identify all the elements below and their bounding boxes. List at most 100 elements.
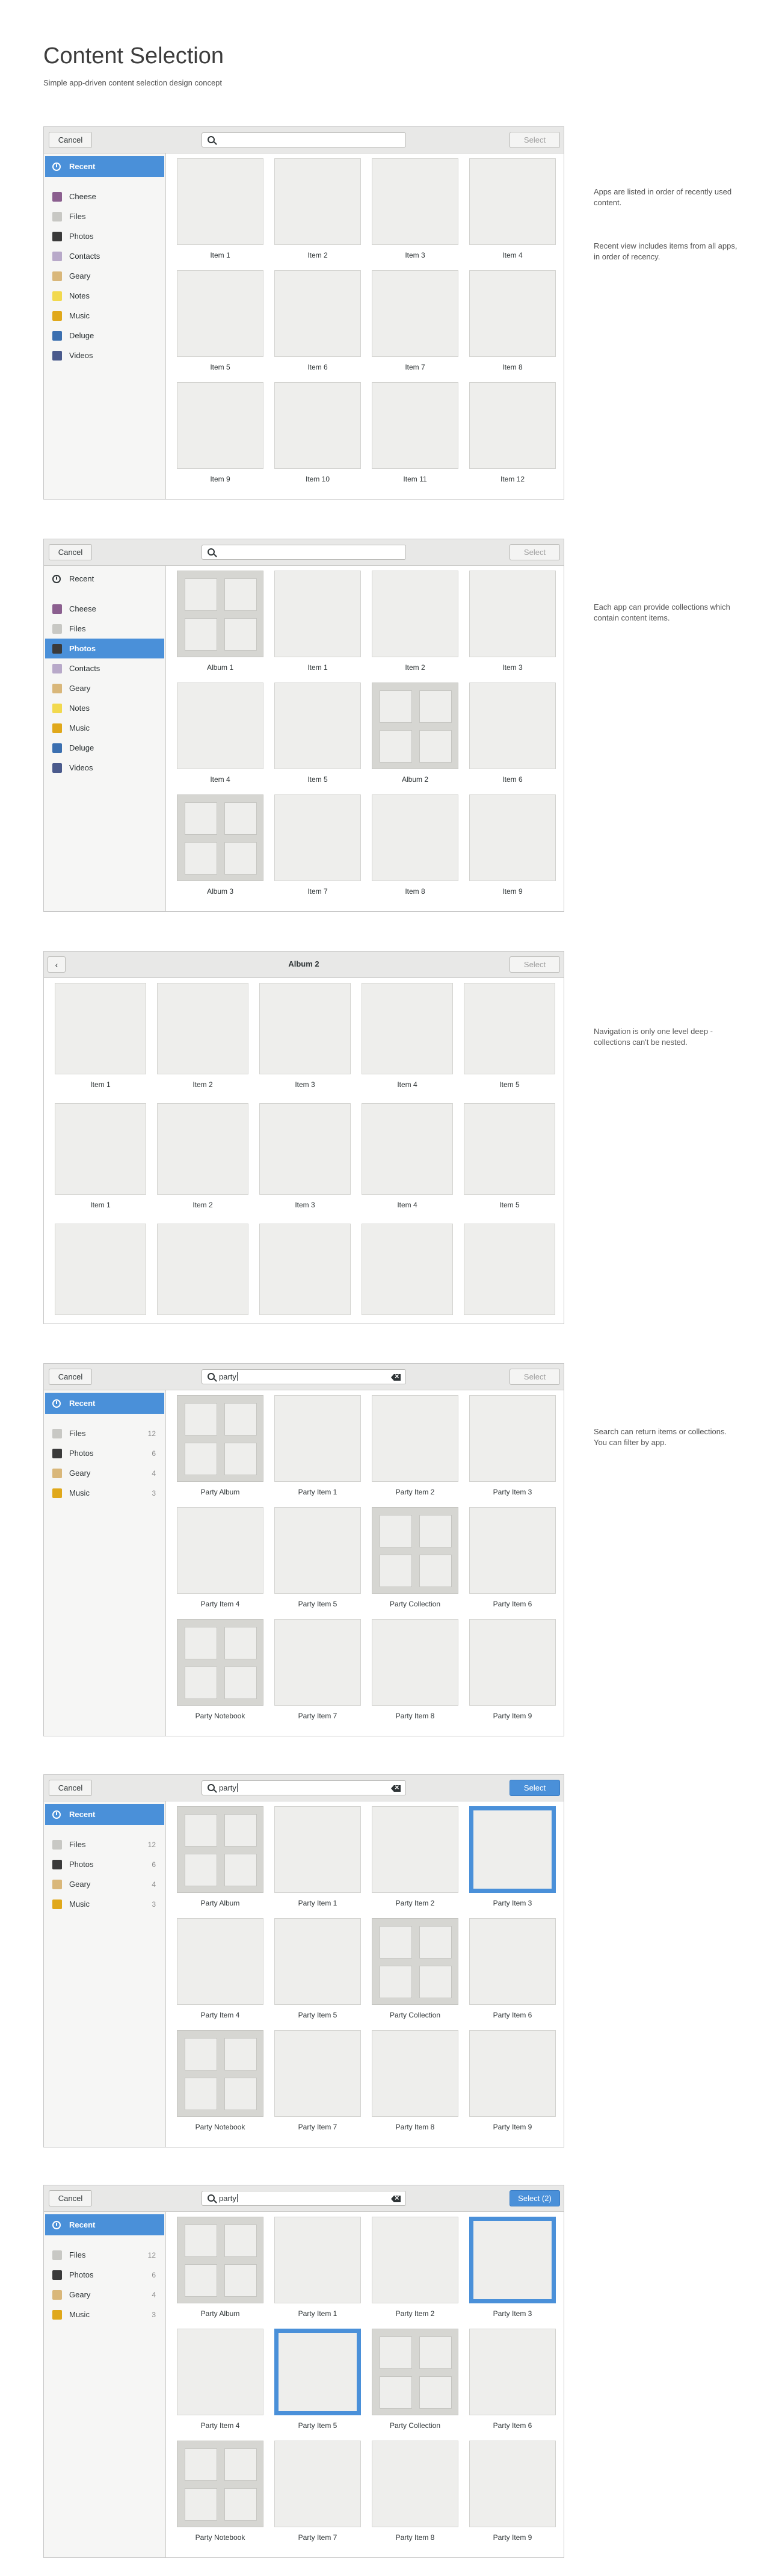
collection-tile[interactable]: Party Notebook xyxy=(177,2030,263,2131)
select-button[interactable]: Select xyxy=(510,1780,560,1796)
collection-tile[interactable]: Album 2 xyxy=(372,683,458,784)
item-tile[interactable]: Item 4 xyxy=(177,683,263,784)
item-tile[interactable]: Item 4 xyxy=(362,1103,453,1209)
item-tile[interactable]: Item 8 xyxy=(372,794,458,896)
item-tile[interactable]: Party Item 2 xyxy=(372,2217,458,2318)
item-tile[interactable]: Item 1 xyxy=(55,1103,146,1209)
sidebar-item-music[interactable]: Music 3 xyxy=(44,1894,165,1914)
sidebar-item-notes[interactable]: Notes xyxy=(44,698,165,718)
item-tile[interactable]: Item 1 xyxy=(55,983,146,1089)
item-tile[interactable] xyxy=(157,1224,248,1321)
item-tile[interactable]: Party Item 2 xyxy=(372,1806,458,1907)
collection-tile[interactable]: Party Album xyxy=(177,1395,263,1496)
search-input[interactable]: party xyxy=(202,1369,406,1384)
sidebar-item-notes[interactable]: Notes xyxy=(44,286,165,306)
sidebar-item-videos[interactable]: Videos xyxy=(44,758,165,778)
sidebar-item-videos[interactable]: Videos xyxy=(44,345,165,365)
item-tile[interactable]: Item 2 xyxy=(372,571,458,672)
sidebar-item-contacts[interactable]: Contacts xyxy=(44,246,165,266)
cancel-button[interactable]: Cancel xyxy=(49,544,92,560)
select-button[interactable]: Select xyxy=(510,1369,560,1385)
item-tile[interactable]: Party Item 8 xyxy=(372,1619,458,1720)
item-tile[interactable]: Item 3 xyxy=(259,1103,351,1209)
sidebar-item-recent[interactable]: Recent xyxy=(45,156,164,177)
collection-tile[interactable]: Party Collection xyxy=(372,2329,458,2430)
collection-tile[interactable]: Party Notebook xyxy=(177,2441,263,2542)
item-tile[interactable]: Party Item 3 xyxy=(469,1806,556,1907)
clear-icon[interactable] xyxy=(391,2196,401,2202)
search-input[interactable] xyxy=(202,545,406,560)
select-button[interactable]: Select xyxy=(510,956,560,973)
item-tile[interactable] xyxy=(55,1224,146,1321)
sidebar-item-geary[interactable]: Geary 4 xyxy=(44,1874,165,1894)
select-button[interactable]: Select (2) xyxy=(510,2190,560,2206)
item-tile[interactable] xyxy=(362,1224,453,1321)
item-tile[interactable]: Party Item 5 xyxy=(274,1918,361,2019)
item-tile[interactable]: Party Item 7 xyxy=(274,1619,361,1720)
item-tile[interactable]: Item 9 xyxy=(469,794,556,896)
item-tile[interactable]: Party Item 9 xyxy=(469,2441,556,2542)
sidebar-item-recent[interactable]: Recent xyxy=(45,1393,164,1414)
cancel-button[interactable]: Cancel xyxy=(49,132,92,148)
item-tile[interactable]: Party Item 3 xyxy=(469,2217,556,2318)
sidebar-item-photos[interactable]: Photos 6 xyxy=(44,2265,165,2285)
sidebar-item-deluge[interactable]: Deluge xyxy=(44,326,165,345)
collection-tile[interactable]: Party Notebook xyxy=(177,1619,263,1720)
item-tile[interactable]: Item 3 xyxy=(259,983,351,1089)
item-tile[interactable]: Item 4 xyxy=(469,158,556,259)
cancel-button[interactable]: Cancel xyxy=(49,1780,92,1796)
sidebar-item-files[interactable]: Files 12 xyxy=(44,1834,165,1854)
item-tile[interactable]: Item 4 xyxy=(362,983,453,1089)
item-tile[interactable]: Item 5 xyxy=(464,1103,555,1209)
collection-tile[interactable]: Album 3 xyxy=(177,794,263,896)
sidebar-item-photos[interactable]: Photos 6 xyxy=(44,1854,165,1874)
item-tile[interactable]: Party Item 6 xyxy=(469,1507,556,1608)
sidebar-item-contacts[interactable]: Contacts xyxy=(44,658,165,678)
sidebar-item-files[interactable]: Files 12 xyxy=(44,2245,165,2265)
item-tile[interactable]: Party Item 8 xyxy=(372,2030,458,2131)
item-tile[interactable]: Item 6 xyxy=(469,683,556,784)
collection-tile[interactable]: Album 1 xyxy=(177,571,263,672)
sidebar-item-recent[interactable]: Recent xyxy=(44,568,165,589)
item-tile[interactable] xyxy=(464,1224,555,1321)
item-tile[interactable]: Item 1 xyxy=(177,158,263,259)
item-tile[interactable] xyxy=(259,1224,351,1321)
item-tile[interactable]: Item 9 xyxy=(177,382,263,483)
search-input[interactable] xyxy=(202,132,406,147)
item-tile[interactable]: Item 7 xyxy=(372,270,458,371)
sidebar-item-music[interactable]: Music xyxy=(44,306,165,326)
sidebar-item-files[interactable]: Files xyxy=(44,206,165,226)
item-tile[interactable]: Item 5 xyxy=(177,270,263,371)
collection-tile[interactable]: Party Collection xyxy=(372,1507,458,1608)
sidebar-item-music[interactable]: Music 3 xyxy=(44,2305,165,2324)
search-input[interactable]: party xyxy=(202,1780,406,1795)
sidebar-item-cheese[interactable]: Cheese xyxy=(44,599,165,619)
item-tile[interactable]: Item 5 xyxy=(274,683,361,784)
search-input[interactable]: party xyxy=(202,2191,406,2206)
item-tile[interactable]: Item 11 xyxy=(372,382,458,483)
collection-tile[interactable]: Party Collection xyxy=(372,1918,458,2019)
sidebar-item-files[interactable]: Files xyxy=(44,619,165,639)
item-tile[interactable]: Party Item 1 xyxy=(274,1806,361,1907)
item-tile[interactable]: Item 2 xyxy=(274,158,361,259)
sidebar-item-music[interactable]: Music 3 xyxy=(44,1483,165,1503)
item-tile[interactable]: Item 5 xyxy=(464,983,555,1089)
item-tile[interactable]: Item 3 xyxy=(469,571,556,672)
item-tile[interactable]: Party Item 8 xyxy=(372,2441,458,2542)
collection-tile[interactable]: Party Album xyxy=(177,2217,263,2318)
item-tile[interactable]: Party Item 5 xyxy=(274,2329,361,2430)
item-tile[interactable]: Item 8 xyxy=(469,270,556,371)
item-tile[interactable]: Party Item 4 xyxy=(177,2329,263,2430)
sidebar-item-deluge[interactable]: Deluge xyxy=(44,738,165,758)
sidebar-item-photos[interactable]: Photos 6 xyxy=(44,1443,165,1463)
item-tile[interactable]: Party Item 3 xyxy=(469,1395,556,1496)
item-tile[interactable]: Item 2 xyxy=(157,983,248,1089)
item-tile[interactable]: Item 1 xyxy=(274,571,361,672)
item-tile[interactable]: Party Item 1 xyxy=(274,2217,361,2318)
sidebar-item-recent[interactable]: Recent xyxy=(45,2214,164,2235)
sidebar-item-music[interactable]: Music xyxy=(44,718,165,738)
collection-tile[interactable]: Party Album xyxy=(177,1806,263,1907)
item-tile[interactable]: Item 2 xyxy=(157,1103,248,1209)
item-tile[interactable]: Item 12 xyxy=(469,382,556,483)
sidebar-item-photos[interactable]: Photos xyxy=(45,639,164,658)
